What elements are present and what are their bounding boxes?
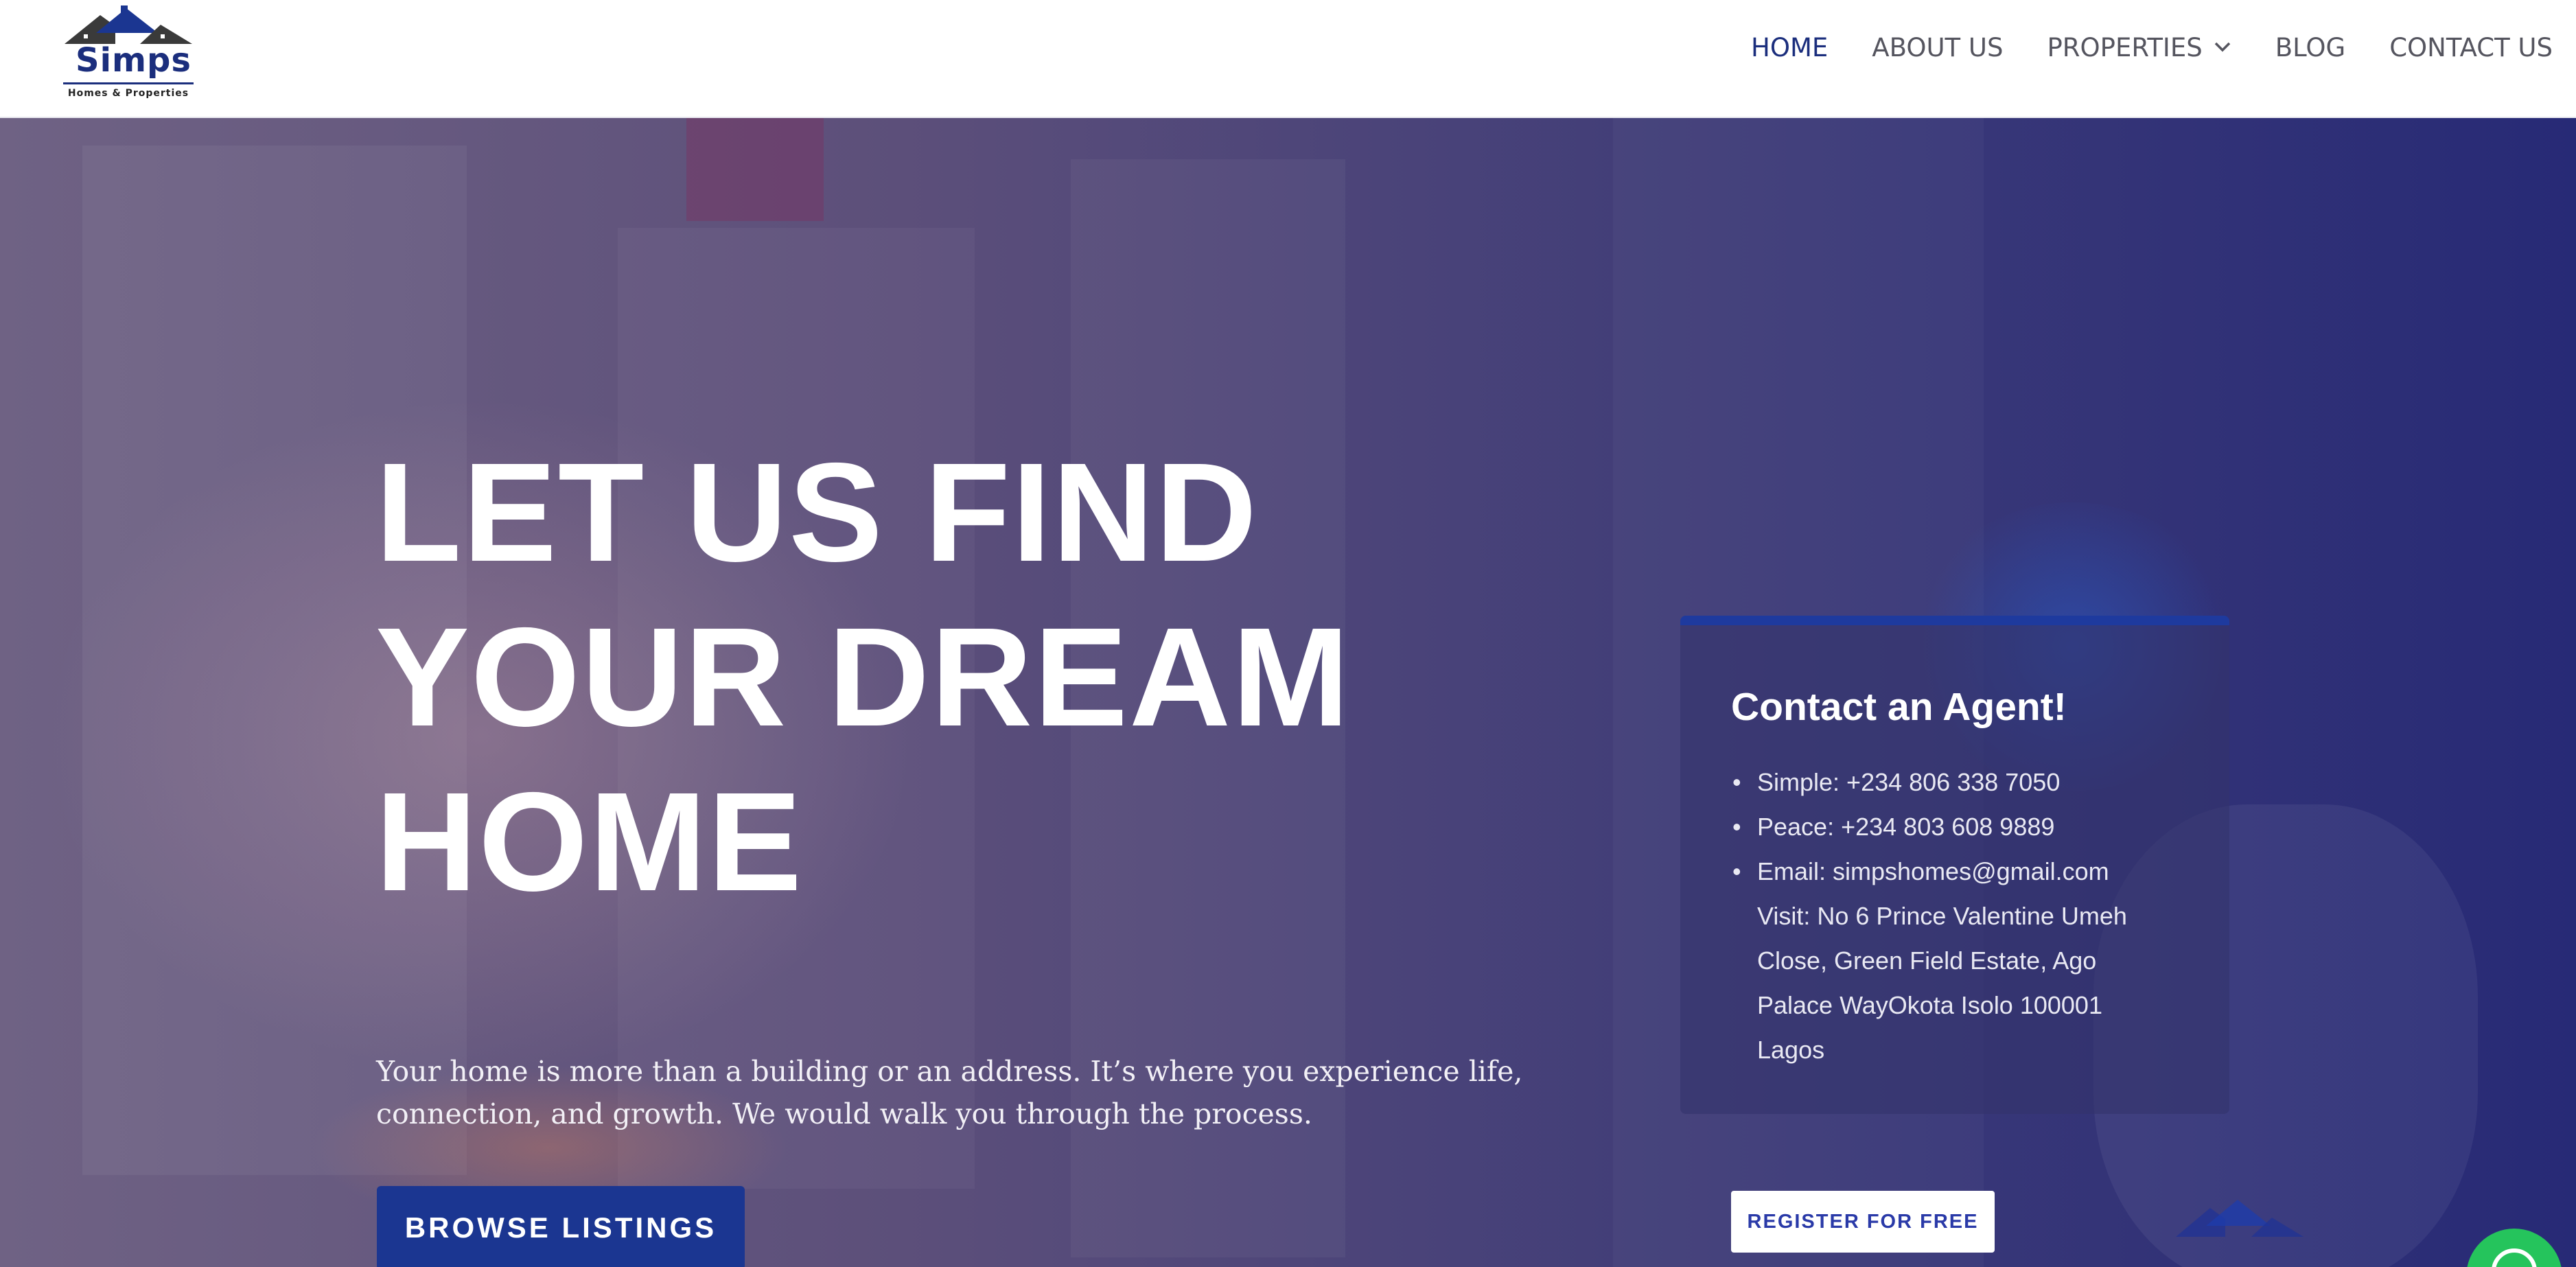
hero-title-line: LET US FIND	[375, 434, 1259, 591]
nav-properties[interactable]: PROPERTIES	[2047, 33, 2231, 62]
nav-about-us[interactable]: ABOUT US	[1872, 33, 2003, 62]
hero-title-line: HOME	[375, 763, 803, 920]
nav-home-label: HOME	[1751, 33, 1829, 62]
nav-blog-label: BLOG	[2275, 33, 2346, 62]
nav-home[interactable]: HOME	[1751, 33, 1828, 62]
logo[interactable]: Simps Homes & Properties	[58, 5, 195, 102]
logo-wordmark: Simps	[76, 41, 192, 80]
nav-blog[interactable]: BLOG	[2275, 33, 2345, 62]
whatsapp-icon	[2492, 1248, 2537, 1267]
hero-title: LET US FIND YOUR DREAM HOME	[375, 430, 1405, 925]
nav-contact-us-label: CONTACT US	[2389, 33, 2553, 62]
house-watermark-icon	[2176, 1200, 2304, 1237]
logo-divider	[63, 82, 194, 84]
bullet-icon: •	[1732, 813, 1741, 841]
contact-card-title: Contact an Agent!	[1731, 685, 2067, 729]
hero-background-shape	[686, 118, 824, 221]
contact-item-simple[interactable]: • Simple: +234 806 338 7050	[1731, 760, 2212, 804]
browse-listings-button[interactable]: BROWSE LISTINGS	[377, 1186, 745, 1267]
contact-item-email[interactable]: • Email: simpshomes@gmail.com	[1731, 849, 2212, 894]
hero-title-line: YOUR DREAM	[375, 598, 1351, 756]
hero-section: LET US FIND YOUR DREAM HOME Your home is…	[0, 118, 2576, 1267]
bullet-icon: •	[1732, 857, 1741, 885]
nav-contact-us[interactable]: CONTACT US	[2389, 33, 2553, 62]
chevron-down-icon[interactable]	[2214, 37, 2231, 56]
nav-properties-label: PROPERTIES	[2047, 33, 2203, 62]
hero-subtitle: Your home is more than a building or an …	[376, 1055, 1523, 1130]
register-for-free-button[interactable]: REGISTER FOR FREE	[1731, 1191, 1995, 1253]
contact-visit-text: Visit: No 6 Prince Valentine Umeh Close,…	[1757, 902, 2127, 1064]
contact-item-text: Peace: +234 803 608 9889	[1757, 813, 2055, 841]
contact-item-visit: Visit: No 6 Prince Valentine Umeh Close,…	[1731, 894, 2170, 1072]
house-roof-icon	[65, 5, 192, 44]
logo-tagline: Homes & Properties	[67, 88, 189, 99]
bullet-icon: •	[1732, 768, 1741, 796]
contact-item-peace[interactable]: • Peace: +234 803 608 9889	[1731, 804, 2212, 849]
contact-item-text: Email: simpshomes@gmail.com	[1757, 857, 2109, 885]
contact-item-text: Simple: +234 806 338 7050	[1757, 768, 2061, 796]
contact-agent-card: Contact an Agent! • Simple: +234 806 338…	[1680, 616, 2229, 1114]
site-header: Simps Homes & Properties HOME ABOUT US P…	[0, 0, 2576, 118]
contact-list: • Simple: +234 806 338 7050 • Peace: +23…	[1731, 760, 2212, 1072]
main-nav: HOME ABOUT US PROPERTIES BLOG CONTACT US	[1751, 33, 2553, 62]
nav-about-us-label: ABOUT US	[1872, 33, 2004, 62]
